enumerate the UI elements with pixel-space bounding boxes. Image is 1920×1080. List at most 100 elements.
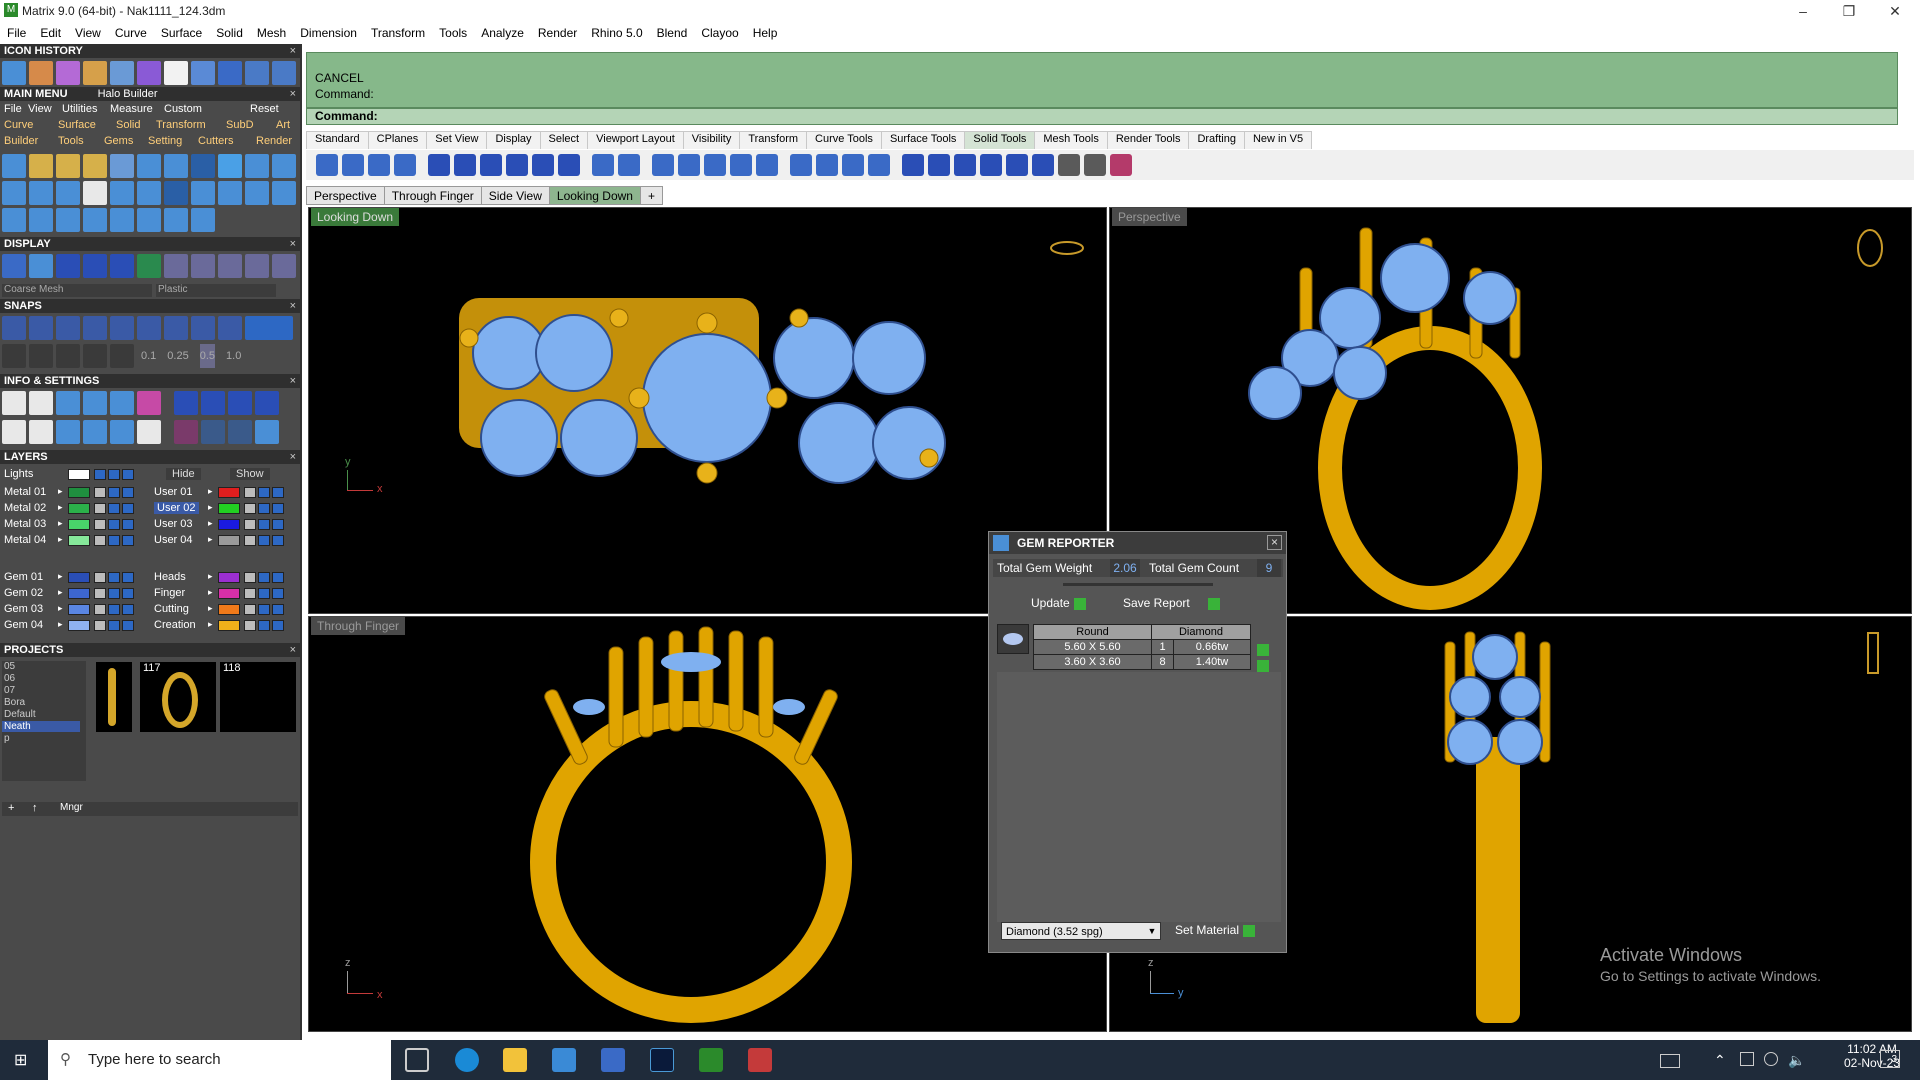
layer-color-swatch[interactable] (68, 535, 90, 546)
info-icon[interactable] (110, 420, 134, 444)
toolbar-tab-viewport-layout[interactable]: Viewport Layout (587, 131, 684, 149)
snap-icon[interactable] (29, 344, 53, 368)
layer-row[interactable]: User 02 ▸ (150, 502, 300, 517)
expand-arrow-icon[interactable]: ▸ (58, 534, 63, 545)
viewport-tab-through-finger[interactable]: Through Finger (383, 186, 482, 205)
tool-icon[interactable] (83, 154, 107, 178)
visibility-toggle[interactable] (272, 604, 284, 615)
grid-icon[interactable] (2, 344, 26, 368)
matrix-taskbar-icon[interactable] (699, 1048, 723, 1072)
display-icon[interactable] (137, 254, 161, 278)
visibility-toggle[interactable] (272, 503, 284, 514)
history-icon-4[interactable] (83, 61, 107, 85)
project-item[interactable]: p (4, 733, 10, 744)
snap-1.0[interactable]: 1.0 (226, 344, 241, 368)
info-icon[interactable] (83, 391, 107, 415)
main-menu-measure[interactable]: Measure (110, 103, 153, 115)
toolbar-tab-standard[interactable]: Standard (306, 131, 369, 149)
snap-0.25[interactable]: 0.25 (167, 344, 188, 368)
toolbar-tab-visibility[interactable]: Visibility (682, 131, 741, 149)
info-icon[interactable] (255, 420, 279, 444)
menu-file[interactable]: File (0, 26, 33, 40)
close-icon[interactable]: × (290, 87, 296, 101)
project-item[interactable]: Bora (4, 697, 25, 708)
history-icon-1[interactable] (2, 61, 26, 85)
display-icon[interactable] (164, 254, 188, 278)
wireframe-icon[interactable] (2, 254, 26, 278)
visibility-toggle[interactable] (272, 588, 284, 599)
taskbar-search[interactable]: ⚲ Type here to search (48, 1040, 391, 1080)
layer-color-swatch[interactable] (218, 503, 240, 514)
pdf-reader-icon[interactable] (748, 1048, 772, 1072)
snap-icon[interactable] (137, 316, 161, 340)
visibility-toggle[interactable] (122, 620, 134, 631)
close-icon[interactable]: × (290, 237, 296, 251)
toolbar-tab-render-tools[interactable]: Render Tools (1106, 131, 1190, 149)
lights-toggle[interactable] (122, 469, 134, 480)
main-menu-file[interactable]: File (4, 103, 22, 115)
info-icon[interactable] (137, 420, 161, 444)
visibility-toggle[interactable] (258, 487, 270, 498)
display-icon[interactable] (56, 254, 80, 278)
expand-arrow-icon[interactable]: ▸ (208, 518, 213, 529)
close-icon[interactable]: × (290, 374, 296, 388)
boolean-intersection-icon[interactable] (368, 154, 390, 176)
toolbar-tab-mesh-tools[interactable]: Mesh Tools (1034, 131, 1108, 149)
menu-help[interactable]: Help (746, 26, 785, 40)
info-icon[interactable] (228, 420, 252, 444)
open-folder-icon[interactable] (218, 61, 242, 85)
expand-arrow-icon[interactable]: ▸ (208, 587, 213, 598)
chevron-up-icon[interactable]: ⌃ (1714, 1052, 1726, 1069)
visibility-toggle[interactable] (108, 604, 120, 615)
info-icon[interactable] (83, 420, 107, 444)
visibility-toggle[interactable] (258, 620, 270, 631)
snap-icon[interactable] (191, 316, 215, 340)
minimize-button[interactable]: – (1780, 0, 1826, 22)
info-icon[interactable] (110, 391, 134, 415)
close-icon[interactable]: × (290, 299, 296, 313)
mesh-quality-select[interactable]: Coarse Mesh (2, 284, 152, 297)
tool-icon[interactable] (164, 181, 188, 205)
info-icon[interactable] (56, 420, 80, 444)
visibility-toggle[interactable] (258, 519, 270, 530)
expand-arrow-icon[interactable]: ▸ (208, 571, 213, 582)
layer-row[interactable]: Gem 03 ▸ (0, 603, 150, 618)
visibility-toggle[interactable] (108, 503, 120, 514)
layer-row[interactable]: Cutting ▸ (150, 603, 300, 618)
update-button[interactable]: Update (1031, 596, 1086, 612)
visibility-toggle[interactable] (122, 572, 134, 583)
viewport-tab-looking-down[interactable]: Looking Down (548, 186, 641, 205)
viewport-tab-perspective[interactable]: Perspective (306, 186, 385, 205)
project-item[interactable]: 06 (4, 673, 15, 684)
main-menu-view[interactable]: View (28, 103, 52, 115)
lock-icon[interactable] (94, 487, 106, 498)
restore-button[interactable]: ❐ (1826, 0, 1872, 22)
lock-icon[interactable] (94, 604, 106, 615)
lights-toggle[interactable] (108, 469, 120, 480)
menu-edit[interactable]: Edit (33, 26, 68, 40)
close-icon[interactable]: × (290, 450, 296, 464)
layer-color-swatch[interactable] (218, 487, 240, 498)
layer-row[interactable]: Heads ▸ (150, 571, 300, 586)
layer-color-swatch[interactable] (218, 588, 240, 599)
expand-arrow-icon[interactable]: ▸ (58, 587, 63, 598)
solid-tool-icon[interactable] (954, 154, 976, 176)
set-material-button[interactable]: Set Material (1175, 923, 1256, 939)
visibility-toggle[interactable] (122, 588, 134, 599)
info-icon[interactable] (137, 391, 161, 415)
tool-icon[interactable] (56, 154, 80, 178)
visibility-toggle[interactable] (122, 519, 134, 530)
toolbar-tab-solid-tools[interactable]: Solid Tools (964, 131, 1036, 149)
lock-icon[interactable] (94, 620, 106, 631)
table-row[interactable]: 5.60 X 5.60 1 0.66tw (1033, 639, 1251, 655)
visibility-toggle[interactable] (108, 519, 120, 530)
snap-icon[interactable] (218, 316, 242, 340)
settings-icon[interactable] (2, 391, 26, 415)
solid-tool-icon[interactable] (730, 154, 752, 176)
main-menu-surface[interactable]: Surface (58, 119, 96, 131)
main-menu-solid[interactable]: Solid (116, 119, 140, 131)
tool-icon[interactable] (110, 181, 134, 205)
lock-icon[interactable] (94, 519, 106, 530)
file-explorer-icon[interactable] (503, 1048, 527, 1072)
project-thumbnail[interactable]: 118 (220, 662, 296, 732)
